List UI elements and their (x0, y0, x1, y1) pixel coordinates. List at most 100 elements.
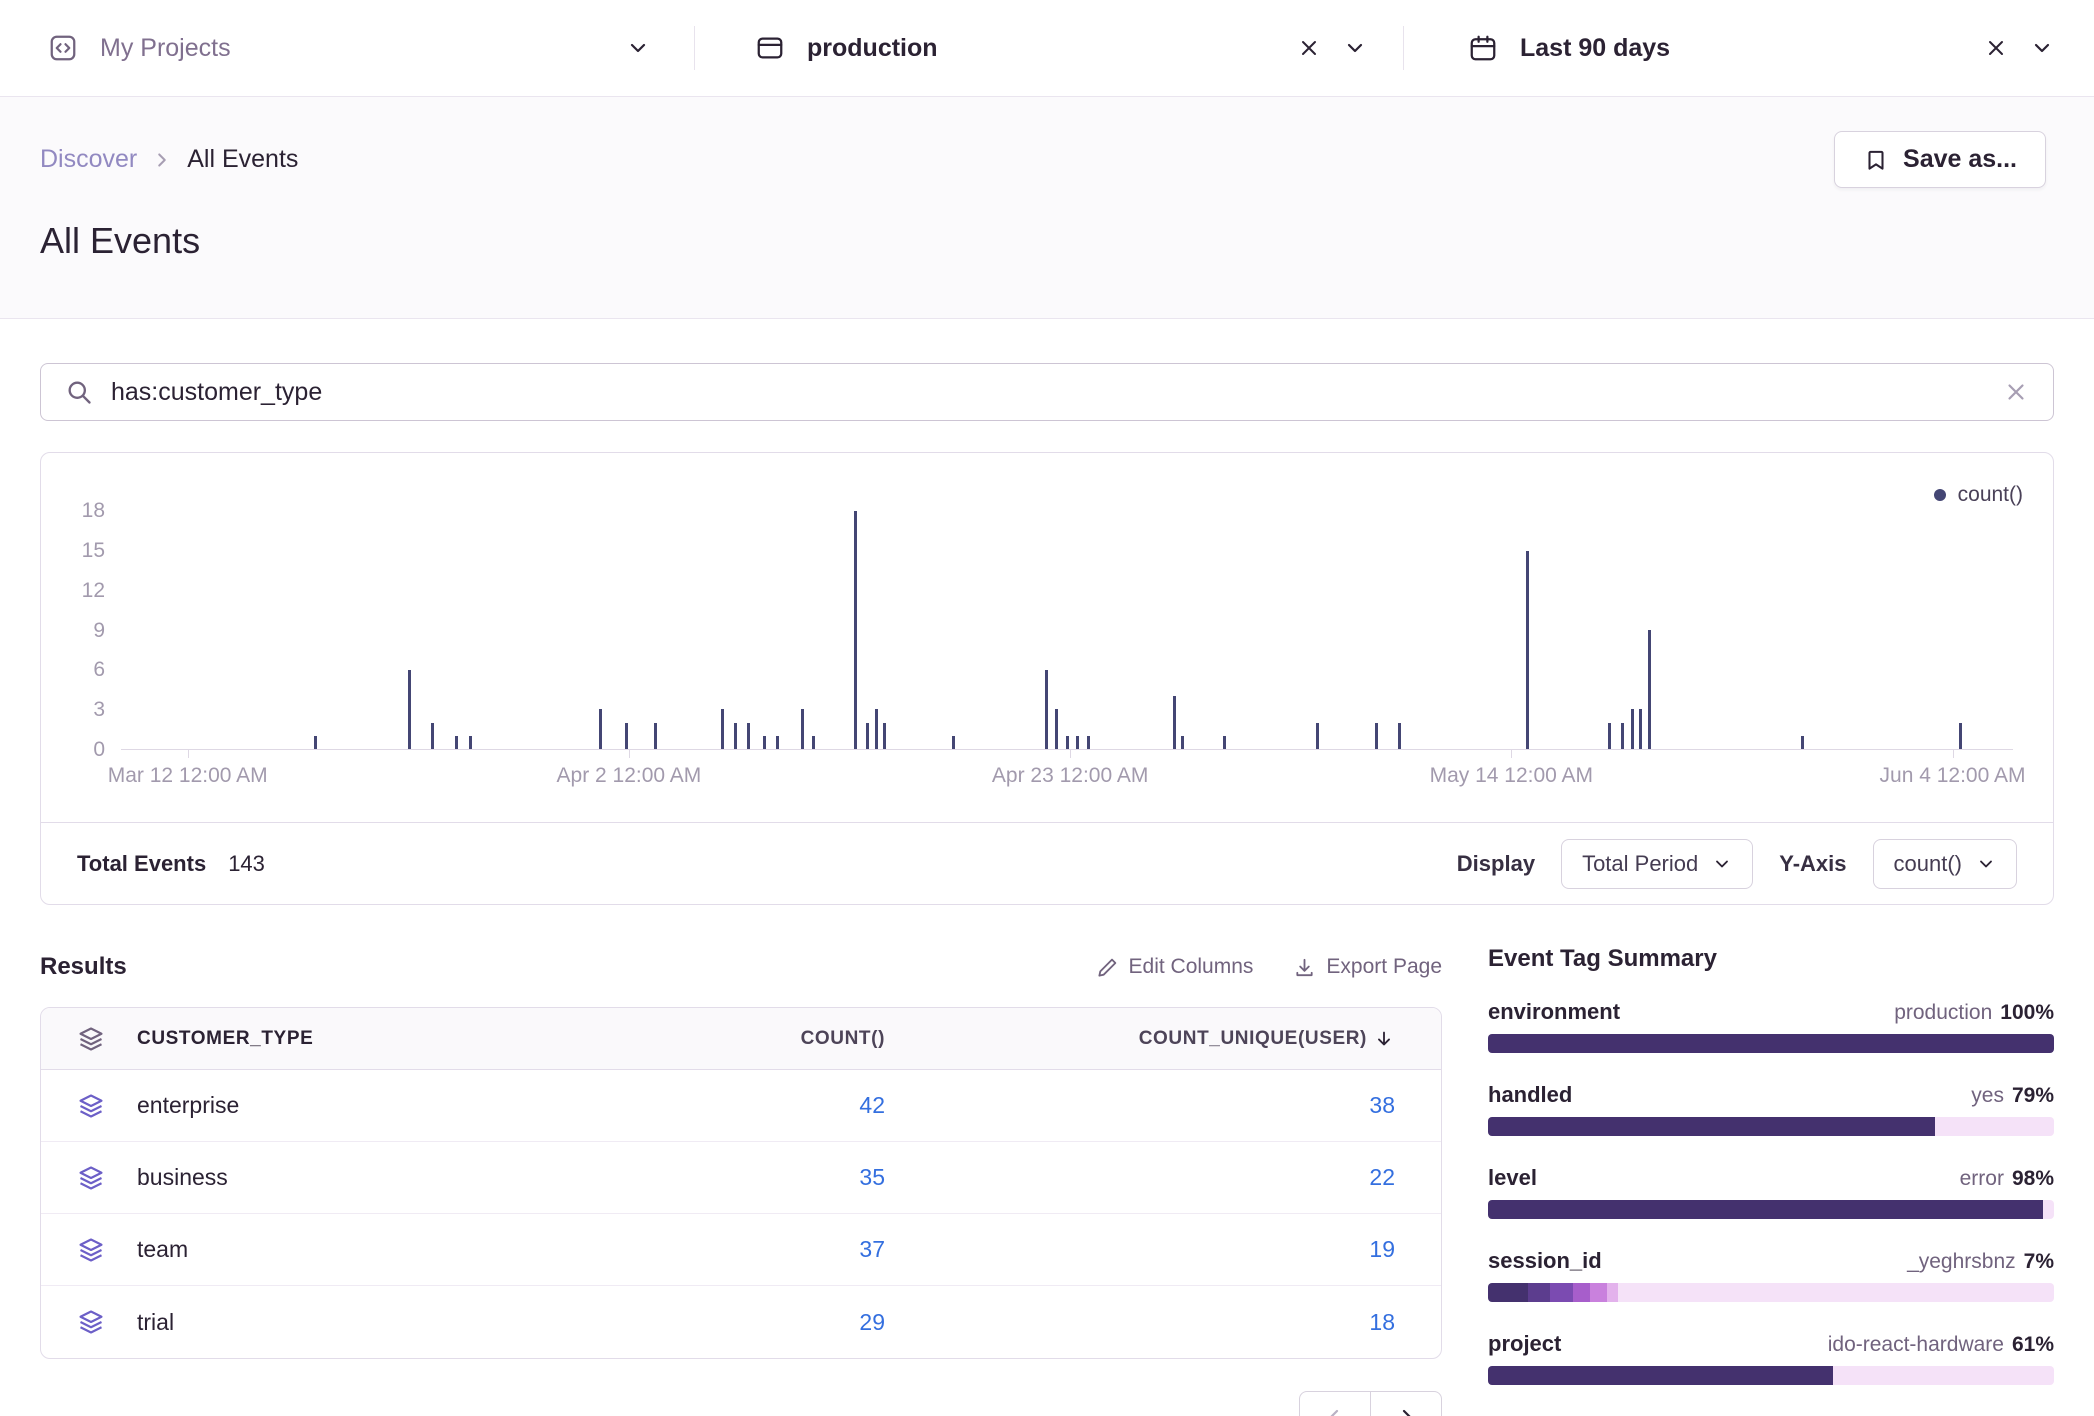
tag-bar-segment (1488, 1200, 2043, 1219)
x-axis-label: Jun 4 12:00 AM (1880, 764, 2026, 788)
clear-environment-icon[interactable] (1297, 36, 1321, 60)
count-link[interactable]: 42 (859, 1092, 885, 1118)
clear-search-icon[interactable] (2003, 379, 2029, 405)
column-header-count[interactable]: COUNT() (665, 1028, 885, 1050)
count-link[interactable]: 29 (859, 1309, 885, 1335)
axis-tick (1511, 749, 1512, 758)
table-row[interactable]: enterprise 42 38 (41, 1070, 1441, 1142)
tag-distribution-bar[interactable] (1488, 1034, 2054, 1053)
clear-date-range-icon[interactable] (1984, 36, 2008, 60)
tag-distribution-bar[interactable] (1488, 1283, 2054, 1302)
tag-distribution-bar[interactable] (1488, 1366, 2054, 1385)
chart-bar (952, 736, 955, 749)
project-selector-label: My Projects (100, 34, 231, 63)
tag-name: session_id (1488, 1248, 1602, 1274)
chart-bar (734, 723, 737, 749)
export-page-button[interactable]: Export Page (1293, 955, 1442, 979)
next-page-button[interactable] (1370, 1391, 1442, 1416)
tag-top-percentage: 100% (2000, 1001, 2054, 1024)
chart-bar (875, 709, 878, 749)
chevron-down-icon (626, 36, 650, 60)
customer-type-cell: team (137, 1236, 665, 1263)
tag-bar-segment (1590, 1283, 1607, 1302)
x-axis: Mar 12 12:00 AMApr 2 12:00 AMApr 23 12:0… (121, 764, 2013, 794)
tag-name: project (1488, 1331, 1561, 1357)
count-unique-link[interactable]: 18 (1369, 1309, 1395, 1335)
table-row[interactable]: team 37 19 (41, 1214, 1441, 1286)
y-axis-label: 6 (41, 657, 105, 683)
customer-type-cell: business (137, 1164, 665, 1191)
column-header-count-unique[interactable]: COUNT_UNIQUE(USER) (885, 1028, 1395, 1050)
y-axis-label: 15 (41, 538, 105, 564)
axis-tick (188, 749, 189, 758)
tag-top-value: _yeghrsbnz (1907, 1250, 2016, 1273)
tag-name: handled (1488, 1082, 1572, 1108)
customer-type-cell: enterprise (137, 1092, 665, 1119)
chart-bar (469, 736, 472, 749)
table-row[interactable]: trial 29 18 (41, 1286, 1441, 1358)
calendar-icon (1468, 33, 1498, 63)
tag-item: handledyes79% (1488, 1082, 2054, 1136)
tag-bar-segment (1528, 1283, 1551, 1302)
tag-bar-remainder (1935, 1117, 2054, 1136)
environment-selector[interactable]: production (695, 0, 1403, 96)
tag-bar-segment (1488, 1366, 1833, 1385)
chart-bar (1076, 736, 1079, 749)
y-axis-label: 18 (41, 498, 105, 524)
y-axis-label: 0 (41, 737, 105, 763)
count-unique-link[interactable]: 38 (1369, 1092, 1395, 1118)
layers-icon (69, 1164, 113, 1192)
discover-page: My Projects production Last 90 days (0, 0, 2094, 1416)
display-dropdown[interactable]: Total Period (1561, 839, 1753, 889)
x-axis-label: Apr 23 12:00 AM (992, 764, 1148, 788)
export-page-label: Export Page (1326, 955, 1442, 979)
customer-type-cell: trial (137, 1309, 665, 1336)
chart-bar (1801, 736, 1804, 749)
table-row[interactable]: business 35 22 (41, 1142, 1441, 1214)
tag-top-percentage: 61% (2012, 1333, 2054, 1356)
y-axis-dropdown[interactable]: count() (1873, 839, 2017, 889)
pencil-icon (1096, 956, 1119, 979)
edit-columns-button[interactable]: Edit Columns (1096, 955, 1254, 979)
results-section: Results Edit Columns Export (40, 945, 1442, 1416)
count-link[interactable]: 35 (859, 1164, 885, 1190)
tag-distribution-bar[interactable] (1488, 1117, 2054, 1136)
chart-bar (599, 709, 602, 749)
chart-bar (883, 723, 886, 749)
results-title: Results (40, 953, 127, 981)
chart-bar (1648, 630, 1651, 749)
events-chart[interactable]: count() 0369121518 Mar 12 12:00 AMApr 2 … (41, 453, 2053, 822)
tag-top-value: ido-react-hardware (1828, 1333, 2004, 1356)
search-bar[interactable]: has:customer_type (40, 363, 2054, 421)
y-axis: 0369121518 (41, 511, 105, 750)
table-header: CUSTOMER_TYPECOUNT()COUNT_UNIQUE(USER) (41, 1008, 1441, 1070)
chart-bar (1066, 736, 1069, 749)
tag-bar-segment (1607, 1283, 1618, 1302)
chart-legend: count() (1934, 483, 2023, 507)
chart-bar (455, 736, 458, 749)
search-query[interactable]: has:customer_type (111, 378, 1985, 407)
tag-top-value: error (1960, 1167, 2004, 1190)
date-range-selector[interactable]: Last 90 days (1404, 0, 2094, 96)
top-navigation-bar: My Projects production Last 90 days (0, 0, 2094, 97)
tag-distribution-bar[interactable] (1488, 1200, 2054, 1219)
previous-page-button[interactable] (1299, 1391, 1371, 1416)
breadcrumb-discover-link[interactable]: Discover (40, 145, 137, 174)
chart-bar (812, 736, 815, 749)
tag-bar-segment (1488, 1283, 1528, 1302)
chart-bar (747, 723, 750, 749)
chart-bar (314, 736, 317, 749)
tag-top-value: yes (1971, 1084, 2004, 1107)
save-as-button[interactable]: Save as... (1834, 131, 2046, 188)
column-header-customer-type[interactable]: CUSTOMER_TYPE (137, 1028, 665, 1050)
chevron-down-icon (1343, 36, 1367, 60)
chart-bar (1608, 723, 1611, 749)
tag-top-percentage: 98% (2012, 1167, 2054, 1190)
y-axis-label: 9 (41, 618, 105, 644)
count-unique-link[interactable]: 19 (1369, 1236, 1395, 1262)
project-selector[interactable]: My Projects (0, 0, 694, 96)
download-icon (1293, 956, 1316, 979)
count-unique-link[interactable]: 22 (1369, 1164, 1395, 1190)
chart-plot-area[interactable] (121, 511, 2013, 750)
count-link[interactable]: 37 (859, 1236, 885, 1262)
